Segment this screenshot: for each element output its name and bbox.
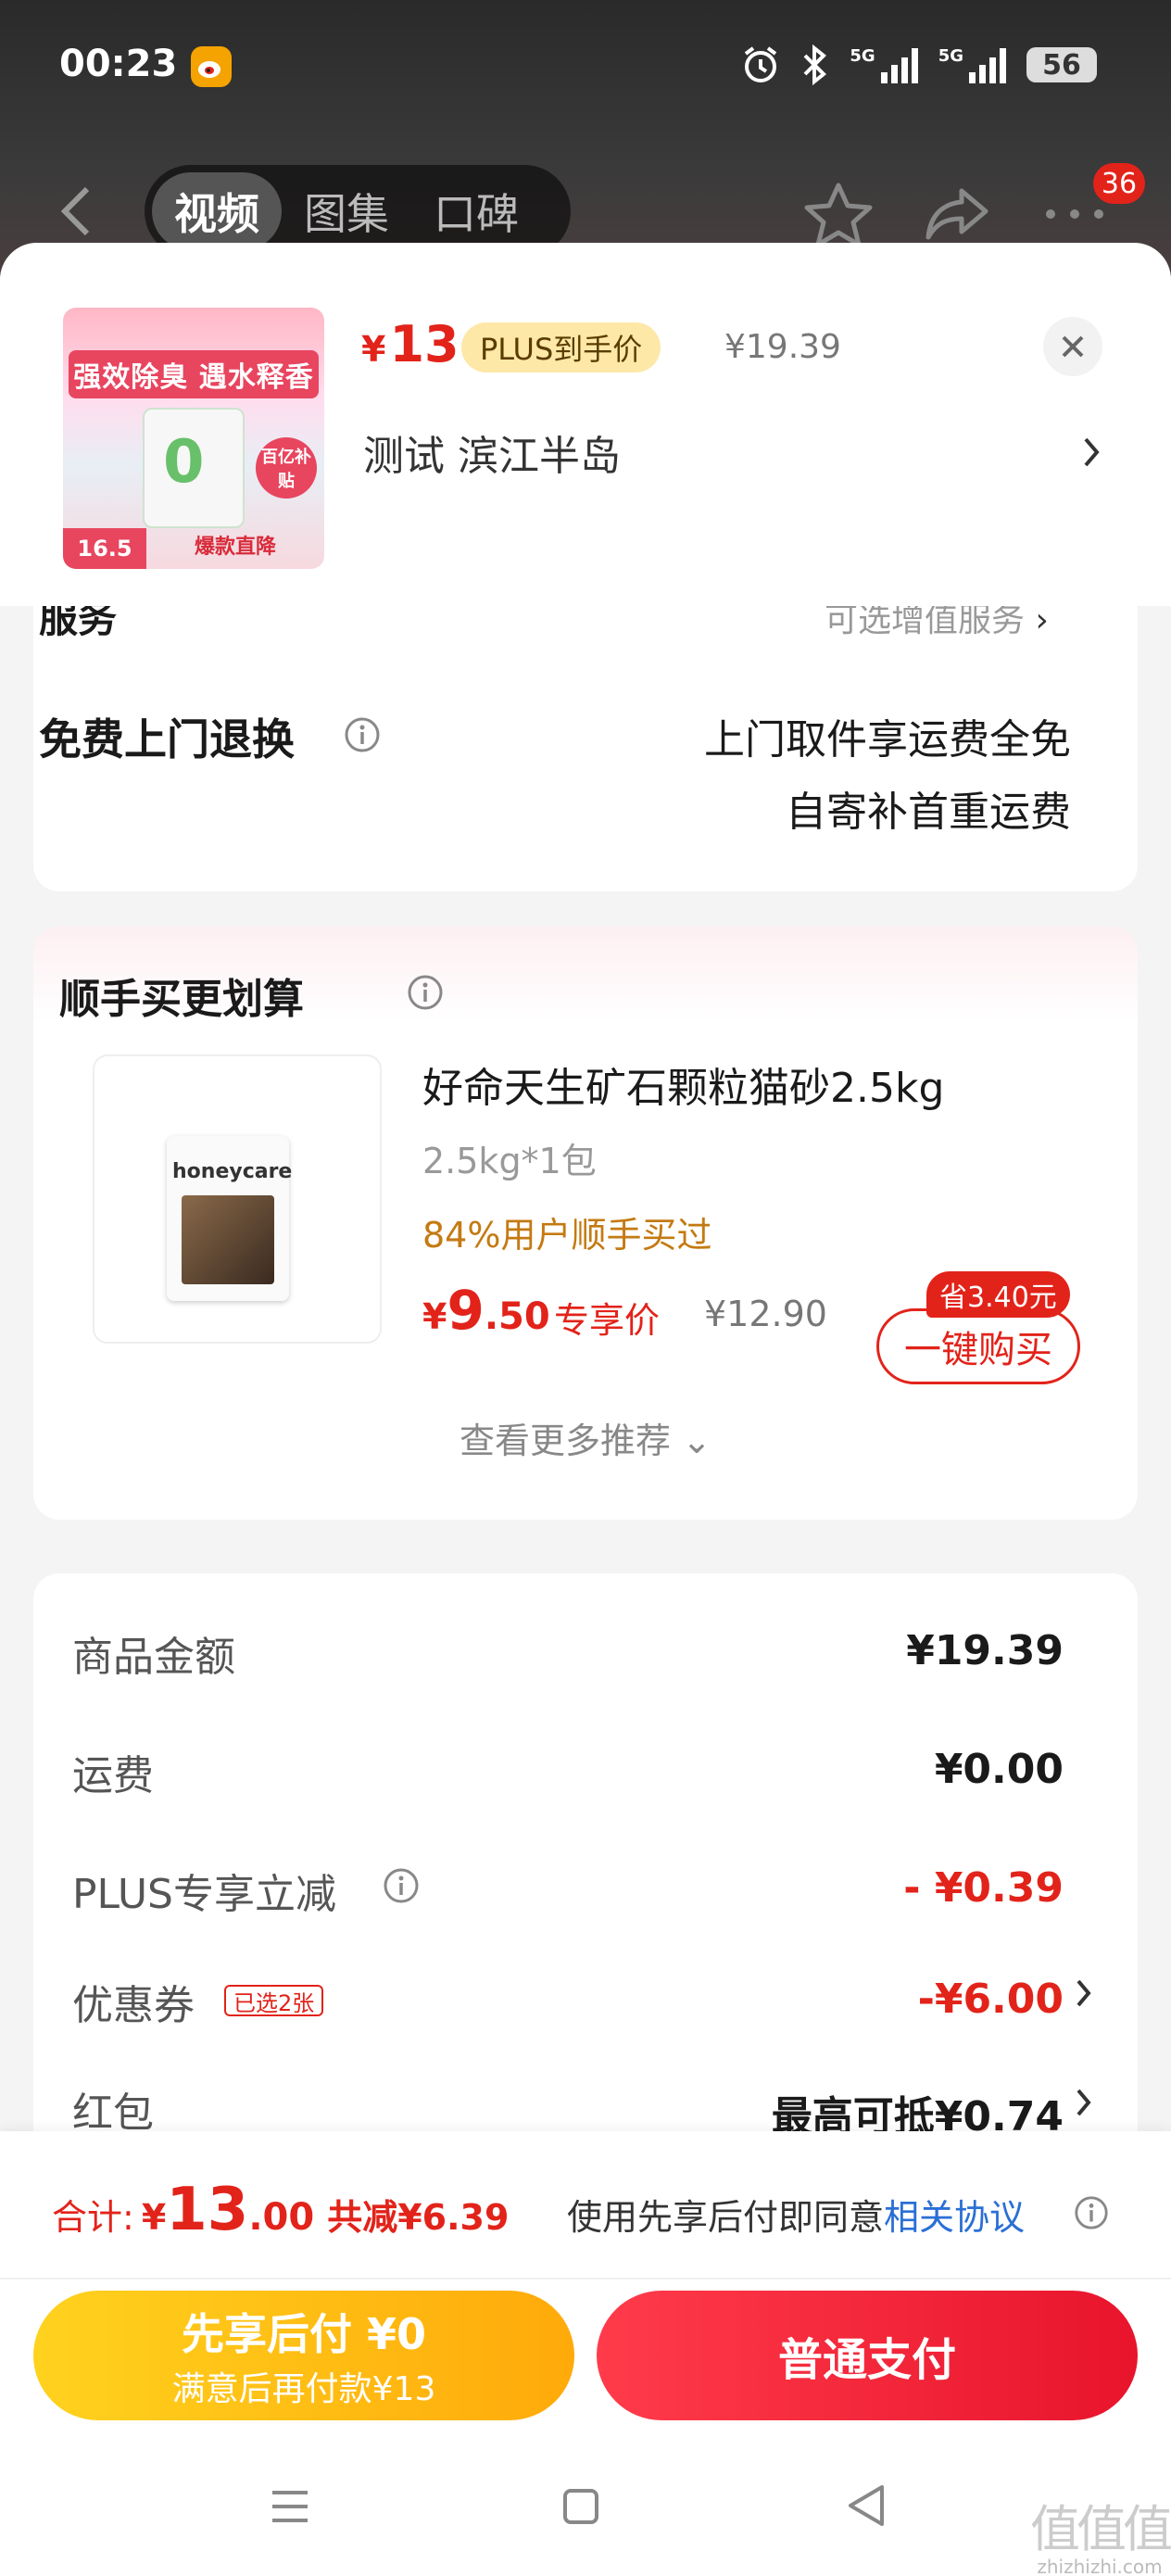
more-icon[interactable]	[1041, 200, 1108, 228]
info-icon[interactable]	[343, 715, 382, 754]
coupon-label: 优惠券	[72, 1982, 195, 2029]
chevron-right-icon[interactable]	[1075, 2087, 1093, 2118]
product-thumbnail[interactable]: 强效除臭 遇水释香 0 百亿补贴 16.5 爆款直降	[63, 308, 324, 569]
close-icon	[1062, 335, 1084, 358]
close-button[interactable]	[1043, 317, 1102, 376]
addon-title: 顺手买更划算	[59, 976, 304, 1023]
thumb-zero-graphic: 0	[163, 428, 205, 497]
tab-video[interactable]: 视频	[152, 172, 282, 250]
thumb-price: 16.5	[63, 528, 146, 569]
plus-price-tag: PLUS到手价	[461, 322, 661, 373]
status-icons: 5G 5G 56	[740, 44, 1097, 85]
share-icon[interactable]	[925, 185, 989, 241]
info-icon[interactable]	[1073, 2194, 1110, 2231]
signal-2-icon: 5G	[938, 46, 1006, 83]
agreement-text: 使用先享后付即同意相关协议	[567, 2197, 1026, 2238]
delivery-address[interactable]: 测试 滨江半岛	[363, 423, 621, 482]
back-triangle-icon[interactable]	[845, 2483, 888, 2528]
addon-original-price: ¥12.90	[704, 1294, 827, 1334]
free-return-label: 免费上门退换	[39, 714, 295, 764]
bag-logo: honeycare	[172, 1160, 293, 1183]
more-recommendations-link[interactable]: 查看更多推荐 ⌄	[0, 1412, 1171, 1463]
red-packet-label: 红包	[72, 2090, 154, 2137]
thumb-hot-label: 爆款直降	[194, 536, 276, 559]
coupon-value[interactable]: -¥6.00	[918, 1976, 1064, 2023]
plus-discount-label: PLUS专享立减	[72, 1871, 336, 1918]
order-total: 合计: ¥13.00 共减¥6.39	[52, 2176, 510, 2244]
goods-amount-label: 商品金额	[72, 1634, 235, 1681]
menu-icon[interactable]	[269, 2485, 311, 2528]
plus-price: ¥13	[361, 315, 460, 373]
info-icon[interactable]	[406, 973, 445, 1012]
plus-discount-value: - ¥0.39	[903, 1864, 1064, 1912]
sheet-header: 强效除臭 遇水释香 0 百亿补贴 16.5 爆款直降 ¥13 PLUS到手价 ¥…	[0, 243, 1171, 606]
thumb-seal: 百亿补贴	[256, 437, 317, 499]
return-info-line2: 自寄补首重运费	[786, 789, 1071, 836]
shipping-value: ¥0.00	[934, 1746, 1064, 1793]
coupon-selected-tag: 已选2张	[224, 1985, 324, 2016]
weibo-icon	[191, 46, 232, 87]
shipping-label: 运费	[72, 1752, 154, 1799]
battery-icon: 56	[1026, 47, 1097, 82]
save-amount-tag: 省3.40元	[926, 1271, 1070, 1318]
tab-gallery[interactable]: 图集	[282, 172, 411, 250]
addon-price: ¥9.50	[422, 1279, 550, 1342]
home-icon[interactable]	[561, 2487, 600, 2526]
chevron-right-icon[interactable]	[1080, 434, 1102, 471]
bluetooth-icon	[803, 44, 827, 85]
goods-amount-value: ¥19.39	[906, 1627, 1064, 1674]
alarm-icon	[745, 46, 777, 82]
addon-spec: 2.5kg*1包	[422, 1141, 597, 1181]
original-price: ¥19.39	[724, 328, 841, 366]
thumb-banner: 强效除臭 遇水释香	[69, 350, 319, 398]
one-click-buy-button[interactable]: 一键购买	[876, 1308, 1080, 1384]
info-icon[interactable]	[382, 1866, 421, 1905]
notification-badge: 36	[1093, 163, 1145, 204]
chevron-right-icon[interactable]	[1075, 1977, 1093, 2009]
agreement-link[interactable]: 相关协议	[884, 2197, 1025, 2238]
status-time: 00:23	[59, 43, 178, 85]
addon-users-stat: 84%用户顺手买过	[422, 1215, 712, 1256]
return-info-line1: 上门取件享运费全免	[704, 716, 1071, 764]
tab-reviews[interactable]: 口碑	[411, 172, 541, 250]
addon-product-image[interactable]: honeycare	[93, 1054, 382, 1344]
cat-photo	[182, 1195, 274, 1284]
watermark: 值值值 zhizhizhi.com	[1030, 2500, 1171, 2576]
back-icon[interactable]	[57, 183, 94, 239]
total-saved: 共减¥6.39	[327, 2197, 510, 2238]
addon-product-name[interactable]: 好命天生矿石颗粒猫砂2.5kg	[422, 1054, 944, 1114]
pay-later-button[interactable]: 先享后付 ¥0 满意后再付款¥13	[33, 2291, 574, 2420]
signal-1-icon: 5G	[850, 46, 918, 83]
exclusive-price-label: 专享价	[554, 1300, 661, 1341]
star-icon[interactable]	[804, 182, 873, 246]
normal-pay-button[interactable]: 普通支付	[597, 2291, 1138, 2420]
chevron-down-icon: ⌄	[682, 1421, 711, 1461]
